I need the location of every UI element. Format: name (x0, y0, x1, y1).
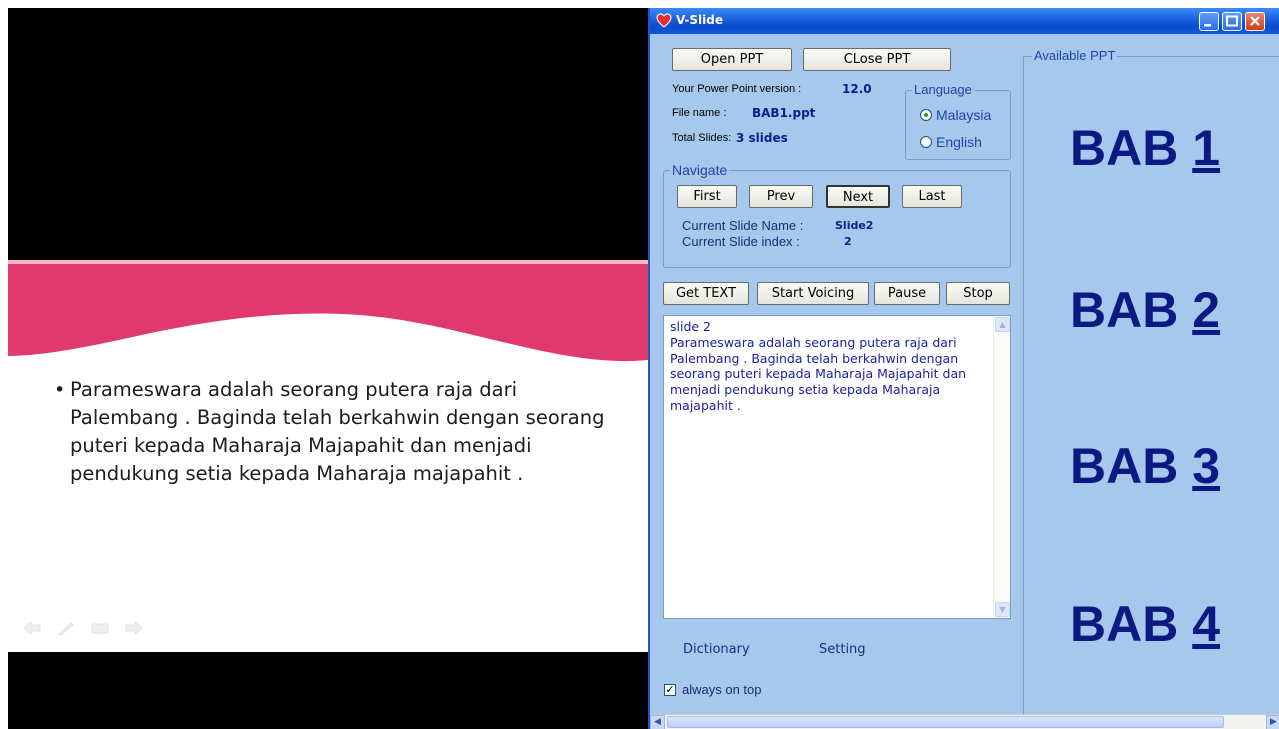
minimize-button[interactable] (1199, 12, 1219, 31)
version-value: 12.0 (842, 82, 872, 96)
version-label: Your Power Point version : (672, 83, 802, 95)
current-slide: • Parameswara adalah seorang putera raja… (8, 260, 648, 652)
scroll-left-icon[interactable]: ◀ (650, 715, 665, 729)
always-on-top-checkbox[interactable]: ✓ (664, 684, 676, 696)
vslide-window: V-Slide Open PPT CLose PPT Your Power Po… (648, 8, 1279, 729)
prev-button[interactable]: Prev (749, 185, 813, 208)
filename-label: File name : (672, 107, 727, 119)
pen-icon[interactable] (56, 620, 76, 636)
open-ppt-button[interactable]: Open PPT (672, 48, 792, 71)
bab-1-link[interactable]: BAB 1 (1070, 119, 1220, 177)
current-slide-name-label: Current Slide Name : (682, 218, 804, 233)
navigate-group: Navigate First Prev Next Last Current Sl… (663, 162, 1011, 268)
scroll-down-icon[interactable]: ▼ (995, 602, 1010, 617)
current-slide-index-value: 2 (844, 235, 852, 248)
slideshow-view: • Parameswara adalah seorang putera raja… (8, 8, 648, 729)
english-radio[interactable] (920, 136, 932, 148)
navigate-legend: Navigate (670, 162, 730, 178)
horizontal-scrollbar[interactable]: ◀ ▶ (650, 714, 1279, 729)
next-button[interactable]: Next (826, 185, 890, 208)
scroll-up-icon[interactable]: ▲ (995, 317, 1010, 332)
close-window-button[interactable] (1245, 12, 1265, 31)
available-ppt-panel: Available PPT BAB 1 BAB 2 BAB 3 BAB 4 (1023, 48, 1279, 716)
bab-3-link[interactable]: BAB 3 (1070, 437, 1220, 495)
horizontal-scroll-thumb[interactable] (667, 716, 1224, 728)
bab-2-link[interactable]: BAB 2 (1070, 281, 1220, 339)
maximize-button[interactable] (1222, 12, 1242, 31)
text-vertical-scrollbar[interactable]: ▲ ▼ (993, 316, 1010, 618)
current-slide-index-label: Current Slide index : (682, 234, 800, 249)
available-ppt-legend: Available PPT (1032, 48, 1118, 63)
bab-4-link[interactable]: BAB 4 (1070, 595, 1220, 653)
get-text-button[interactable]: Get TEXT (663, 282, 749, 305)
bullet-icon: • (54, 379, 66, 401)
malaysia-label[interactable]: Malaysia (936, 107, 991, 123)
next-arrow-icon[interactable] (124, 620, 144, 636)
slide-text-box[interactable]: slide 2 Parameswara adalah seorang puter… (663, 315, 1011, 619)
total-slides-label: Total Slides: (672, 132, 732, 144)
malaysia-radio[interactable] (920, 109, 932, 121)
menu-icon[interactable] (90, 620, 110, 636)
language-group: Language Malaysia English (905, 82, 1011, 160)
total-slides-value: 3 slides (736, 131, 788, 145)
always-on-top-label[interactable]: always on top (682, 682, 762, 697)
current-slide-name-value: Slide2 (835, 219, 874, 232)
previous-arrow-icon[interactable] (22, 620, 42, 636)
close-ppt-button[interactable]: CLose PPT (803, 48, 951, 71)
setting-link[interactable]: Setting (819, 642, 866, 657)
dictionary-link[interactable]: Dictionary (683, 642, 750, 657)
slide-header-wave (8, 260, 648, 362)
slide-text-content[interactable]: slide 2 Parameswara adalah seorang puter… (670, 319, 988, 414)
last-button[interactable]: Last (902, 185, 962, 208)
scroll-right-icon[interactable]: ▶ (1266, 715, 1279, 729)
english-label[interactable]: English (936, 134, 982, 150)
stop-button[interactable]: Stop (946, 282, 1010, 305)
start-voicing-button[interactable]: Start Voicing (757, 282, 869, 305)
pause-button[interactable]: Pause (874, 282, 940, 305)
first-button[interactable]: First (677, 185, 737, 208)
filename-value: BAB1.ppt (752, 106, 816, 120)
language-legend: Language (912, 82, 974, 97)
slide-bullet-text: • Parameswara adalah seorang putera raja… (54, 378, 605, 485)
slideshow-nav-controls (22, 620, 144, 636)
title-bar[interactable]: V-Slide (650, 8, 1279, 34)
window-title: V-Slide (676, 13, 723, 27)
heart-icon (656, 13, 672, 28)
